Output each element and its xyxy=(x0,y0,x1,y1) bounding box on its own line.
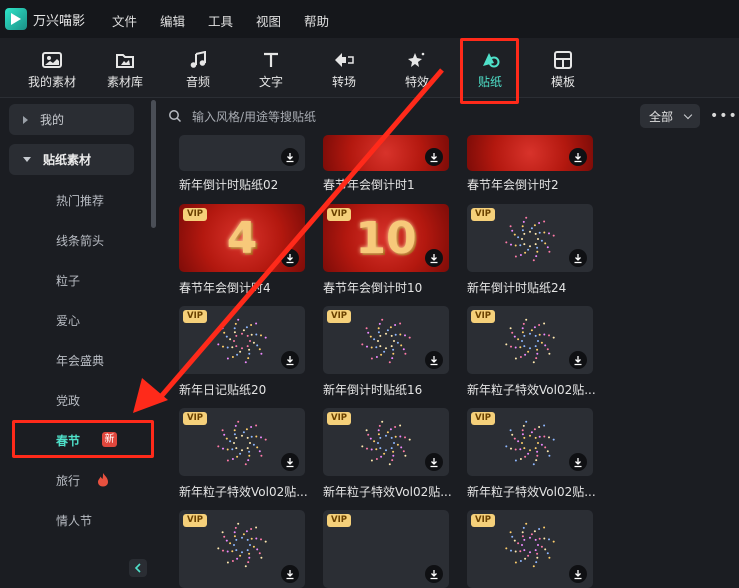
annotation-arrow xyxy=(133,68,444,413)
